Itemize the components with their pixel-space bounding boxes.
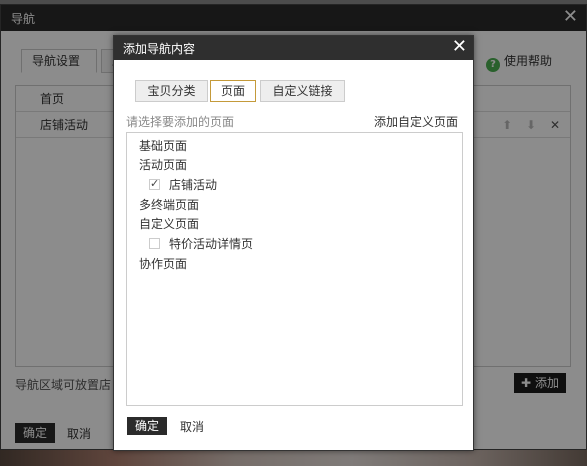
tree-item-store-activity[interactable]: 店铺活动 [149,177,218,192]
select-page-hint: 请选择要添加的页面 [126,115,235,129]
tab-custom-link[interactable]: 自定义链接 [260,80,345,102]
tab-item-categories[interactable]: 宝贝分类 [135,80,208,102]
tab-pages[interactable]: 页面 [210,80,256,102]
page-tree: 基础页面 活动页面 店铺活动 多终端页面 自定义页面 特价活动详情页 协作页面 [126,132,463,406]
close-icon[interactable]: ✕ [452,37,467,57]
tree-item-special-offer[interactable]: 特价活动详情页 [149,237,253,251]
add-custom-page-link[interactable]: 添加自定义页面 [374,113,458,130]
tree-item-label: 特价活动详情页 [169,237,254,251]
checkbox[interactable] [149,238,160,249]
tree-item-label: 店铺活动 [169,178,218,192]
tree-group-custom-pages[interactable]: 自定义页面 [139,217,199,231]
tree-group-multi-device-pages[interactable]: 多终端页面 [139,198,199,212]
tree-group-activity-pages[interactable]: 活动页面 [139,158,187,172]
confirm-button[interactable]: 确定 [127,417,167,435]
tree-group-basic-pages[interactable]: 基础页面 [139,139,187,153]
checkmark-icon[interactable] [149,177,160,191]
modal-titlebar: 添加导航内容 ✕ [114,36,473,60]
add-navigation-modal: 添加导航内容 ✕ 宝贝分类 页面 自定义链接 请选择要添加的页面 添加自定义页面… [113,35,474,451]
modal-title: 添加导航内容 [123,42,196,56]
tree-group-collab-pages[interactable]: 协作页面 [139,257,187,271]
cancel-button[interactable]: 取消 [180,418,204,435]
